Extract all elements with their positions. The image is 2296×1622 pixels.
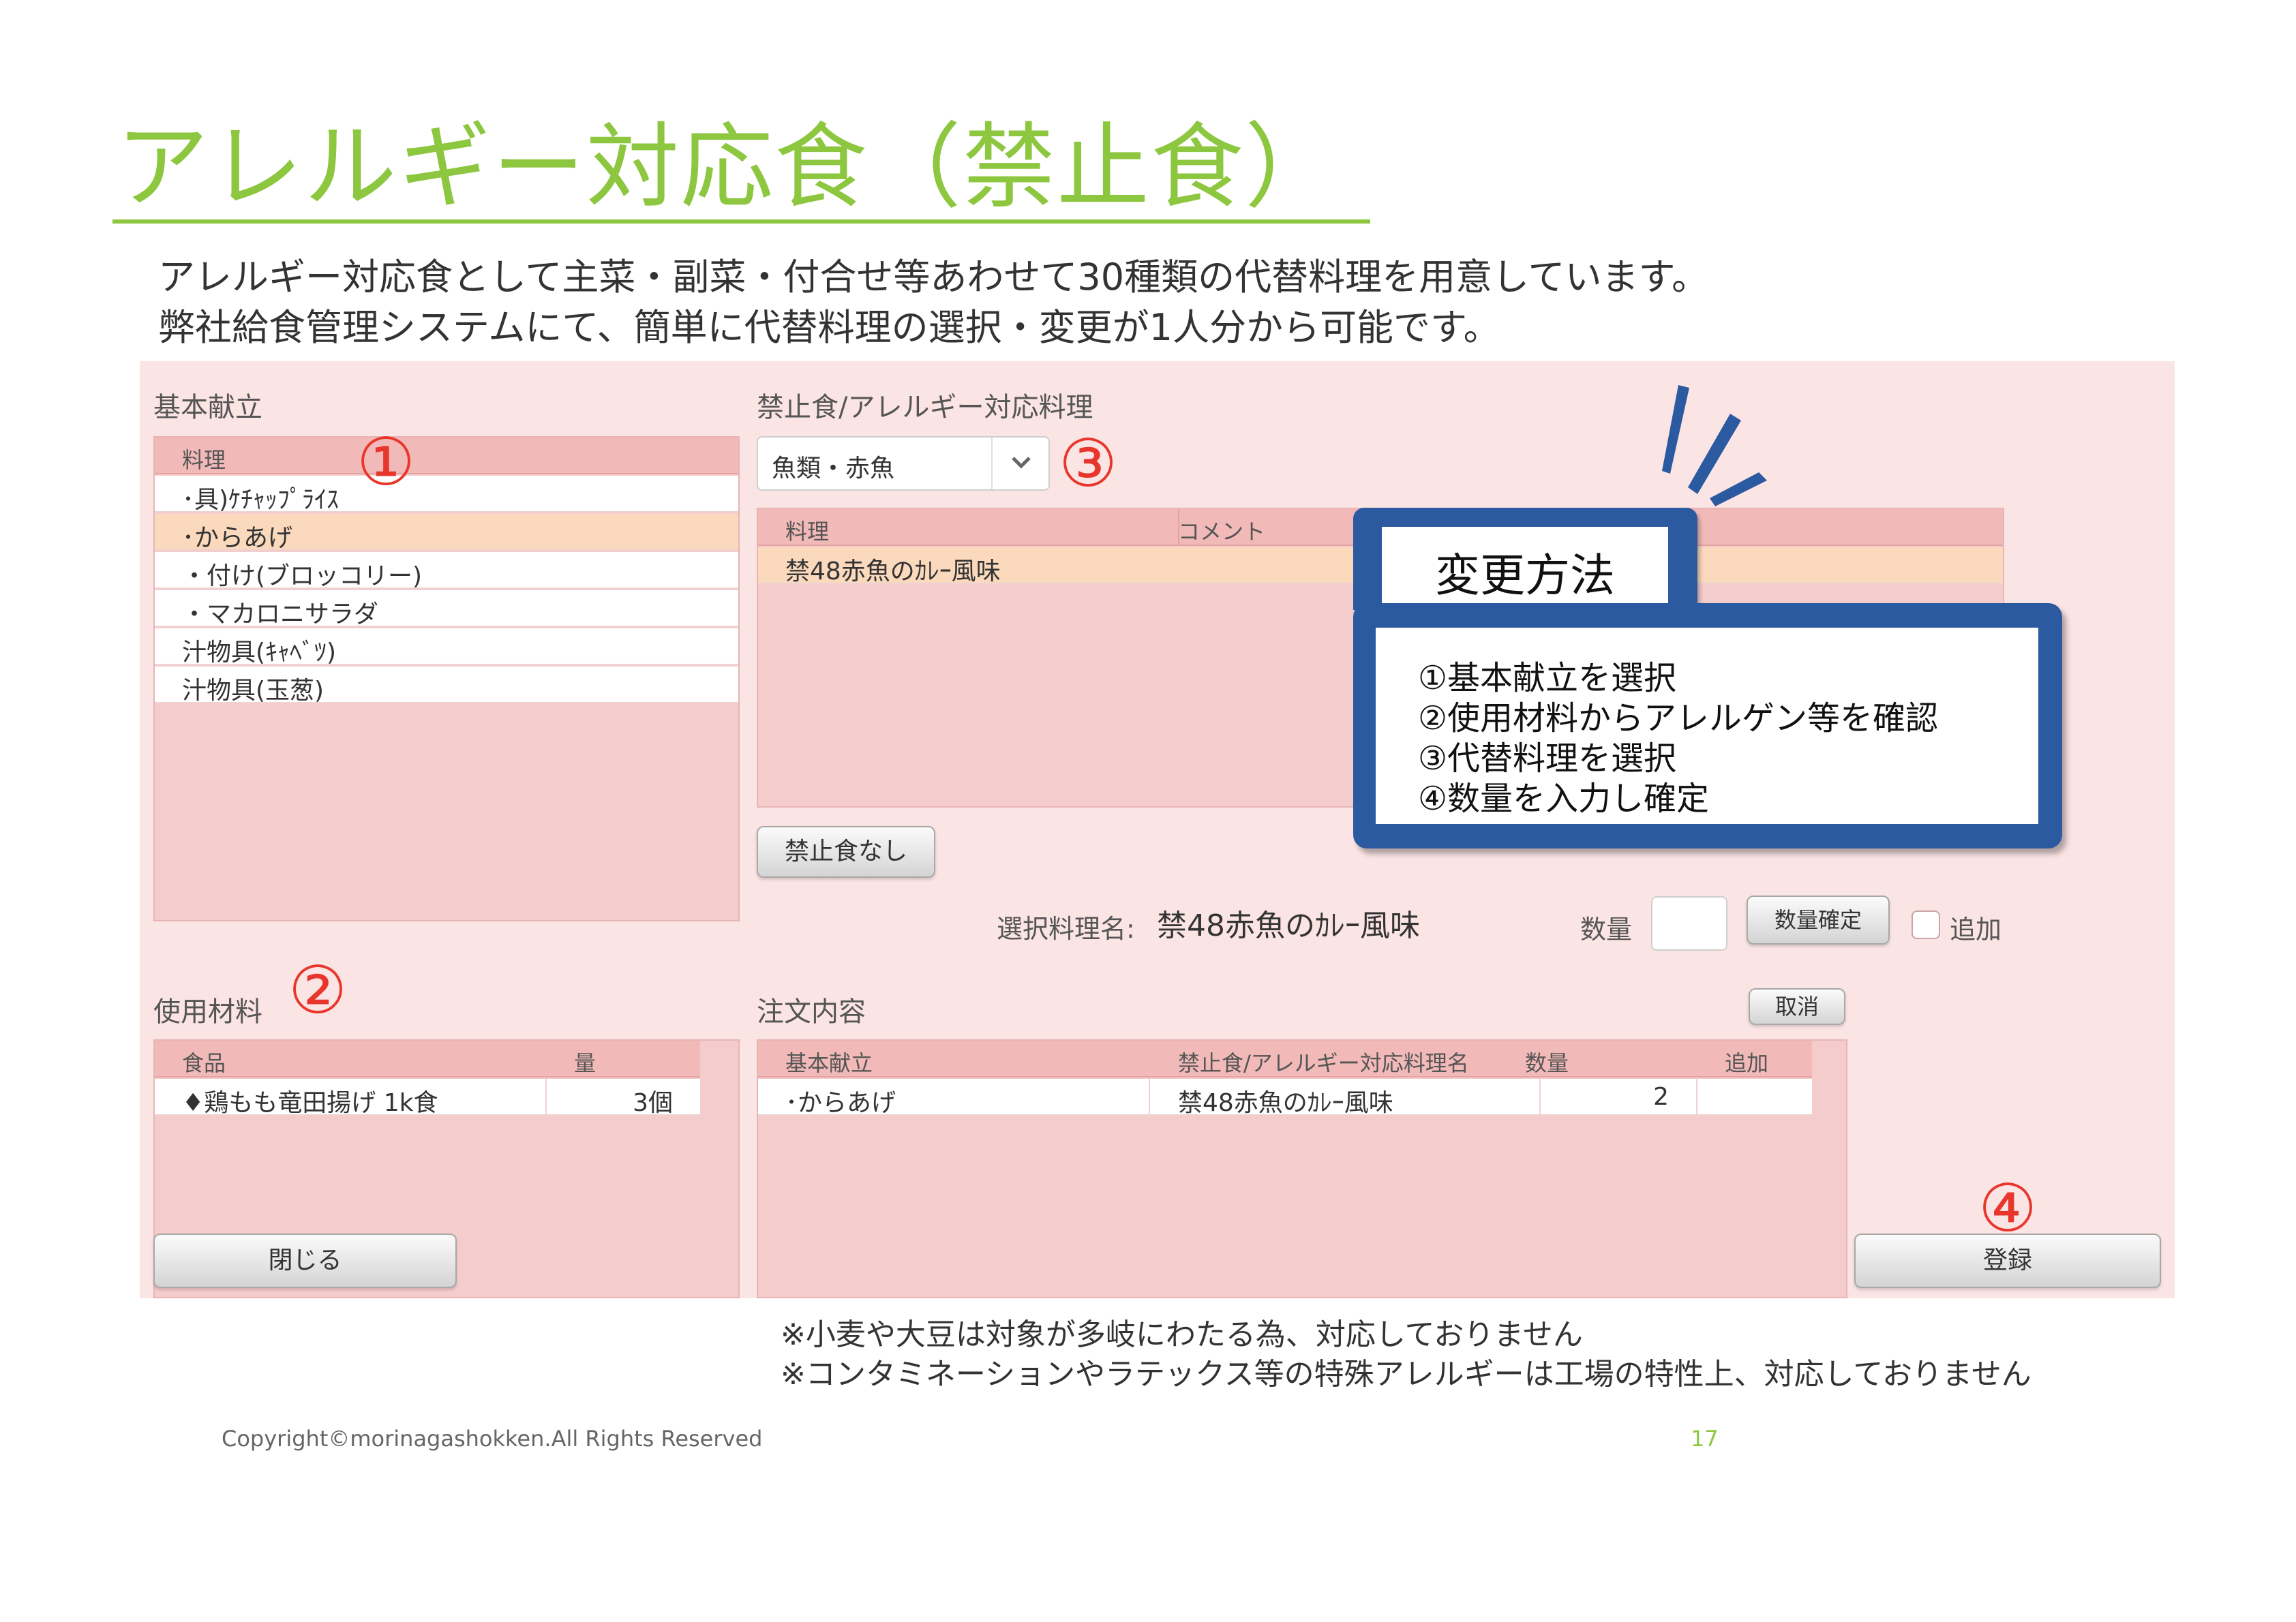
quantity-confirm-button[interactable]: 数量確定 <box>1747 896 1890 945</box>
order-col-add: 追加 <box>1725 1050 1769 1076</box>
callout-title: 変更方法 <box>1435 549 1615 602</box>
materials-col-food: 食品 <box>182 1050 226 1076</box>
intro-line-2: 弊社給食管理システムにて、簡単に代替料理の選択・変更が1人分から可能です。 <box>158 306 1500 349</box>
slide-title: アレルギー対応食（禁止食） <box>116 114 1339 221</box>
order-cell-qty: 2 <box>1541 1079 1697 1114</box>
order-col-base: 基本献立 <box>785 1050 873 1076</box>
order-cell-base: ･からあげ <box>758 1079 1150 1117</box>
note-1: ※小麦や大豆は対象が多岐にわたる為、対応しておりません <box>781 1317 1583 1352</box>
order-row[interactable]: ･からあげ 禁48赤魚のｶﾚｰ風味 2 <box>758 1079 1812 1117</box>
selected-dish-value: 禁48赤魚のｶﾚｰ風味 <box>1157 908 1420 943</box>
order-cell-alt: 禁48赤魚のｶﾚｰ風味 <box>1150 1079 1541 1117</box>
materials-cell-qty: 3個 <box>633 1089 673 1117</box>
register-button[interactable]: 登録 <box>1854 1234 2161 1288</box>
basic-menu-item[interactable]: ･具)ｹﾁｬｯﾌﾟﾗｲｽ <box>155 476 738 514</box>
callout-step-4: ④数量を入力し確定 <box>1418 780 1710 818</box>
materials-header: 食品 量 <box>155 1041 700 1077</box>
quantity-input[interactable] <box>1651 896 1727 951</box>
basic-menu-label: 基本献立 <box>153 392 262 423</box>
category-dropdown-value: 魚類・赤魚 <box>772 455 895 483</box>
title-underline <box>112 219 1370 224</box>
order-label: 注文内容 <box>757 996 866 1028</box>
page-number: 17 <box>1691 1426 1719 1452</box>
basic-menu-item[interactable]: 汁物具(ｷｬﾍﾞﾂ) <box>155 628 738 667</box>
note-2: ※コンタミネーションやラテックス等の特殊アレルギーは工場の特性上、対応しておりま… <box>781 1357 2031 1392</box>
alt-dishes-col-comment: コメント <box>1178 519 1266 545</box>
materials-row[interactable]: ♦鶏もも竜田揚げ 1k食 3個 <box>155 1079 700 1117</box>
basic-menu-item[interactable]: 汁物具(玉葱) <box>155 667 738 705</box>
accent-burst-icon <box>1662 385 1767 506</box>
alt-dishes-label: 禁止食/アレルギー対応料理 <box>757 392 1093 423</box>
step-marker-3: ③ <box>1059 425 1118 502</box>
basic-menu-header: 料理 <box>155 438 738 474</box>
step-marker-4: ④ <box>1978 1170 2038 1246</box>
materials-cell-food: ♦鶏もも竜田揚げ 1k食 <box>155 1079 547 1117</box>
intro-line-1: アレルギー対応食として主菜・副菜・付合せ等あわせて30種類の代替料理を用意してい… <box>158 256 1709 299</box>
category-dropdown[interactable]: 魚類・赤魚 <box>757 436 1050 491</box>
basic-menu-item[interactable]: ・マカロニサラダ <box>155 590 738 628</box>
cancel-button[interactable]: 取消 <box>1749 988 1845 1025</box>
materials-label: 使用材料 <box>153 996 262 1028</box>
order-col-alt: 禁止食/アレルギー対応料理名 <box>1178 1050 1469 1076</box>
no-restriction-button[interactable]: 禁止食なし <box>757 826 935 878</box>
selected-dish-label: 選択料理名: <box>997 914 1135 944</box>
basic-menu-item-selected[interactable]: ･からあげ <box>155 514 738 552</box>
step-marker-2: ② <box>288 952 348 1028</box>
order-col-qty: 数量 <box>1525 1050 1569 1076</box>
basic-menu-list: 料理 ･具)ｹﾁｬｯﾌﾟﾗｲｽ ･からあげ ・付け(ブロッコリー) ・マカロニサ… <box>153 436 740 921</box>
order-list: 基本献立 禁止食/アレルギー対応料理名 数量 追加 ･からあげ 禁48赤魚のｶﾚ… <box>757 1039 1847 1298</box>
callout-steps-box: ①基本献立を選択 ②使用材料からアレルゲン等を確認 ③代替料理を選択 ④数量を入… <box>1376 628 2038 824</box>
materials-col-qty: 量 <box>574 1050 596 1076</box>
basic-menu-col-dish: 料理 <box>182 447 226 473</box>
order-cell-add <box>1697 1079 1812 1114</box>
callout-box: ①基本献立を選択 ②使用材料からアレルゲン等を確認 ③代替料理を選択 ④数量を入… <box>1353 603 2062 848</box>
copyright: Copyright©morinagashokken.All Rights Res… <box>222 1426 763 1452</box>
callout-title-box: 変更方法 <box>1382 527 1668 610</box>
step-marker-1: ① <box>357 424 416 500</box>
order-header: 基本献立 禁止食/アレルギー対応料理名 数量 追加 <box>758 1041 1812 1077</box>
add-label: 追加 <box>1950 915 2002 945</box>
basic-menu-item[interactable]: ・付け(ブロッコリー) <box>155 552 738 590</box>
close-button[interactable]: 閉じる <box>153 1234 457 1288</box>
callout-title-tab: 変更方法 <box>1353 508 1697 610</box>
chevron-down-icon[interactable] <box>991 438 1048 489</box>
quantity-label: 数量 <box>1580 915 1633 945</box>
add-checkbox[interactable] <box>1912 911 1940 939</box>
alt-dishes-col-dish: 料理 <box>785 519 830 545</box>
